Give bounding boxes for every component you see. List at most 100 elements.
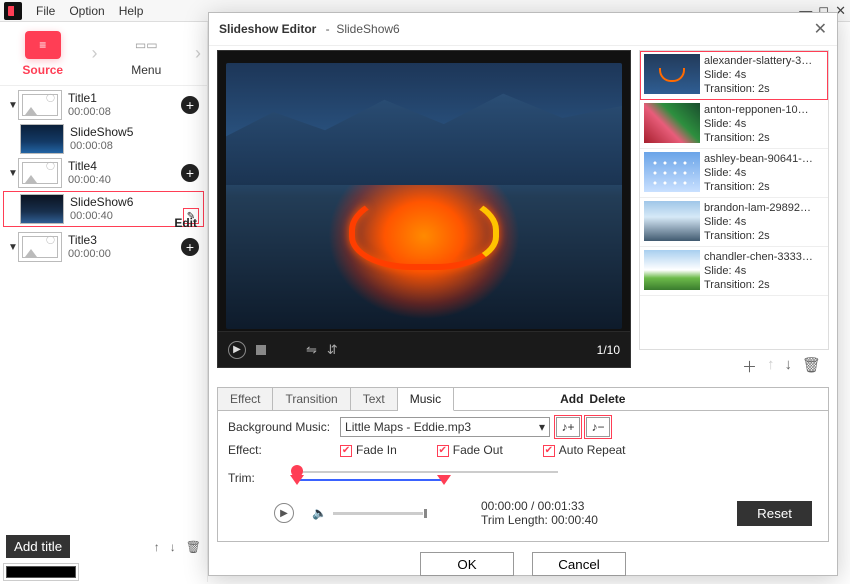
delete-music-button[interactable]: ♪− bbox=[586, 417, 610, 437]
dialog-subtitle: - SlideShow6 bbox=[322, 22, 399, 36]
title-thumb-icon bbox=[18, 232, 62, 262]
trim-label: Trim: bbox=[228, 471, 255, 485]
tab-music[interactable]: Music bbox=[398, 388, 454, 411]
add-slide-icon[interactable]: ＋ bbox=[742, 356, 757, 377]
stop-icon[interactable] bbox=[256, 345, 266, 355]
add-icon[interactable]: + bbox=[181, 96, 199, 114]
slide-thumb bbox=[20, 194, 64, 224]
trim-marker-left[interactable] bbox=[290, 475, 304, 485]
source-title-row[interactable]: ▼ Title3 00:00:00 + Edit bbox=[4, 230, 203, 264]
tab-effect[interactable]: Effect bbox=[218, 388, 273, 410]
tab-source[interactable]: ≡ Source bbox=[0, 22, 86, 85]
slide-duration: Slide: 4s bbox=[704, 166, 813, 180]
bgm-label: Background Music: bbox=[228, 420, 330, 434]
menu-option[interactable]: Option bbox=[69, 4, 104, 18]
menu-file[interactable]: File bbox=[36, 4, 55, 18]
tab-arrow-icon: › bbox=[189, 22, 207, 85]
cancel-button[interactable]: Cancel bbox=[532, 552, 626, 576]
slides-list[interactable]: alexander-slattery-3…Slide: 4sTransition… bbox=[639, 50, 829, 350]
fade-out-checkbox[interactable]: ✔Fade Out bbox=[437, 443, 503, 457]
source-name: Title3 bbox=[68, 233, 111, 247]
preview-pane: ▶ ⇋ ⇵ 1/10 bbox=[217, 50, 631, 383]
speaker-icon: 🔈 bbox=[312, 506, 327, 520]
reset-button[interactable]: Reset bbox=[737, 501, 812, 526]
disclosure-icon[interactable]: ▼ bbox=[8, 100, 18, 111]
source-title-row[interactable]: ▼ Title1 00:00:08 + bbox=[4, 88, 203, 122]
bgm-select[interactable]: Little Maps - Eddie.mp3 ▾ bbox=[340, 417, 550, 437]
preview-image bbox=[226, 63, 622, 329]
slide-list-item[interactable]: ashley-bean-90641-…Slide: 4sTransition: … bbox=[640, 149, 828, 198]
volume-control[interactable]: 🔈 bbox=[312, 506, 423, 520]
source-title-row[interactable]: ▼ Title4 00:00:40 + bbox=[4, 156, 203, 190]
slide-duration: Slide: 4s bbox=[704, 264, 813, 278]
trim-slider[interactable] bbox=[265, 463, 818, 493]
slide-thumb bbox=[20, 124, 64, 154]
play-icon[interactable]: ▶ bbox=[228, 341, 246, 359]
dialog-titlebar: Slideshow Editor - SlideShow6 ✕ bbox=[209, 13, 837, 46]
slide-duration: Slide: 4s bbox=[704, 117, 809, 131]
sidebar-tabbar: ≡ Source › ▭▭ Menu › bbox=[0, 22, 207, 86]
move-up-icon[interactable]: ↑ bbox=[154, 540, 160, 554]
slide-thumb bbox=[644, 201, 700, 241]
slide-list-item[interactable]: brandon-lam-29892…Slide: 4sTransition: 2… bbox=[640, 198, 828, 247]
slide-transition: Transition: 2s bbox=[704, 180, 813, 194]
tab-source-label: Source bbox=[22, 63, 63, 77]
sidebar: ≡ Source › ▭▭ Menu › ▼ Title1 00:00:08 + bbox=[0, 22, 208, 582]
add-icon[interactable]: + bbox=[181, 164, 199, 182]
trim-play-icon[interactable]: ▶ bbox=[274, 503, 294, 523]
slide-counter: 1/10 bbox=[597, 343, 620, 357]
app-logo-icon bbox=[4, 2, 22, 20]
tab-arrow-icon: › bbox=[86, 22, 104, 85]
source-time: 00:00:08 bbox=[68, 105, 111, 119]
tab-menu-label: Menu bbox=[131, 63, 161, 77]
flip-vertical-icon[interactable]: ⇵ bbox=[327, 342, 338, 358]
source-name: SlideShow5 bbox=[70, 125, 133, 139]
disclosure-icon[interactable]: ▼ bbox=[8, 168, 18, 179]
volume-slider[interactable] bbox=[333, 512, 423, 515]
edit-annotation: Edit bbox=[174, 216, 197, 230]
close-icon[interactable]: ✕ bbox=[814, 19, 827, 39]
slide-duration: Slide: 4s bbox=[704, 68, 812, 82]
slide-list-item[interactable]: alexander-slattery-3…Slide: 4sTransition… bbox=[640, 51, 828, 100]
timeline-strip[interactable] bbox=[6, 566, 76, 578]
add-icon[interactable]: + bbox=[181, 238, 199, 256]
slideshow-editor-dialog: Slideshow Editor - SlideShow6 ✕ ▶ ⇋ bbox=[208, 12, 838, 576]
bgm-value: Little Maps - Eddie.mp3 bbox=[345, 420, 471, 434]
tab-menu[interactable]: ▭▭ Menu bbox=[104, 22, 190, 85]
slide-duration: Slide: 4s bbox=[704, 215, 811, 229]
move-slide-down-icon[interactable]: ↓ bbox=[784, 356, 792, 377]
move-down-icon[interactable]: ↓ bbox=[170, 540, 176, 554]
tab-text[interactable]: Text bbox=[351, 388, 398, 410]
source-time: 00:00:40 bbox=[70, 209, 133, 223]
tab-transition[interactable]: Transition bbox=[273, 388, 350, 410]
fade-in-checkbox[interactable]: ✔Fade In bbox=[340, 443, 397, 457]
slide-list-item[interactable]: chandler-chen-3333…Slide: 4sTransition: … bbox=[640, 247, 828, 296]
disclosure-icon[interactable]: ▼ bbox=[8, 242, 18, 253]
ok-button[interactable]: OK bbox=[420, 552, 514, 576]
add-title-button[interactable]: Add title bbox=[6, 535, 70, 558]
sidebar-footer: Add title ↑ ↓ 🗑 bbox=[6, 535, 201, 558]
slide-info: chandler-chen-3333…Slide: 4sTransition: … bbox=[704, 250, 813, 292]
trim-marker-right[interactable] bbox=[437, 475, 451, 485]
source-slide-row-selected[interactable]: SlideShow6 00:00:40 ✎ bbox=[4, 192, 203, 226]
auto-repeat-checkbox[interactable]: ✔Auto Repeat bbox=[543, 443, 626, 457]
source-name: SlideShow6 bbox=[70, 195, 133, 209]
menu-help[interactable]: Help bbox=[119, 4, 144, 18]
source-slide-row[interactable]: SlideShow5 00:00:08 bbox=[4, 122, 203, 156]
dropdown-icon: ▾ bbox=[539, 420, 545, 434]
dialog-title: Slideshow Editor bbox=[219, 22, 316, 36]
slide-list-item[interactable]: anton-repponen-10…Slide: 4sTransition: 2… bbox=[640, 100, 828, 149]
menu-icon: ▭▭ bbox=[128, 31, 164, 59]
move-slide-up-icon[interactable]: ↑ bbox=[767, 356, 775, 377]
slides-footer: ＋ ↑ ↓ 🗑 bbox=[639, 350, 829, 383]
preview-controls: ▶ ⇋ ⇵ 1/10 bbox=[218, 331, 630, 367]
title-thumb-icon bbox=[18, 158, 62, 188]
add-music-button[interactable]: ♪+ bbox=[556, 417, 580, 437]
title-thumb-icon bbox=[18, 90, 62, 120]
flip-horizontal-icon[interactable]: ⇋ bbox=[306, 342, 317, 358]
delete-slide-icon[interactable]: 🗑 bbox=[802, 356, 821, 377]
preview-player: ▶ ⇋ ⇵ 1/10 bbox=[217, 50, 631, 368]
slide-transition: Transition: 2s bbox=[704, 229, 811, 243]
trash-icon[interactable]: 🗑 bbox=[186, 540, 201, 554]
slide-transition: Transition: 2s bbox=[704, 82, 812, 96]
